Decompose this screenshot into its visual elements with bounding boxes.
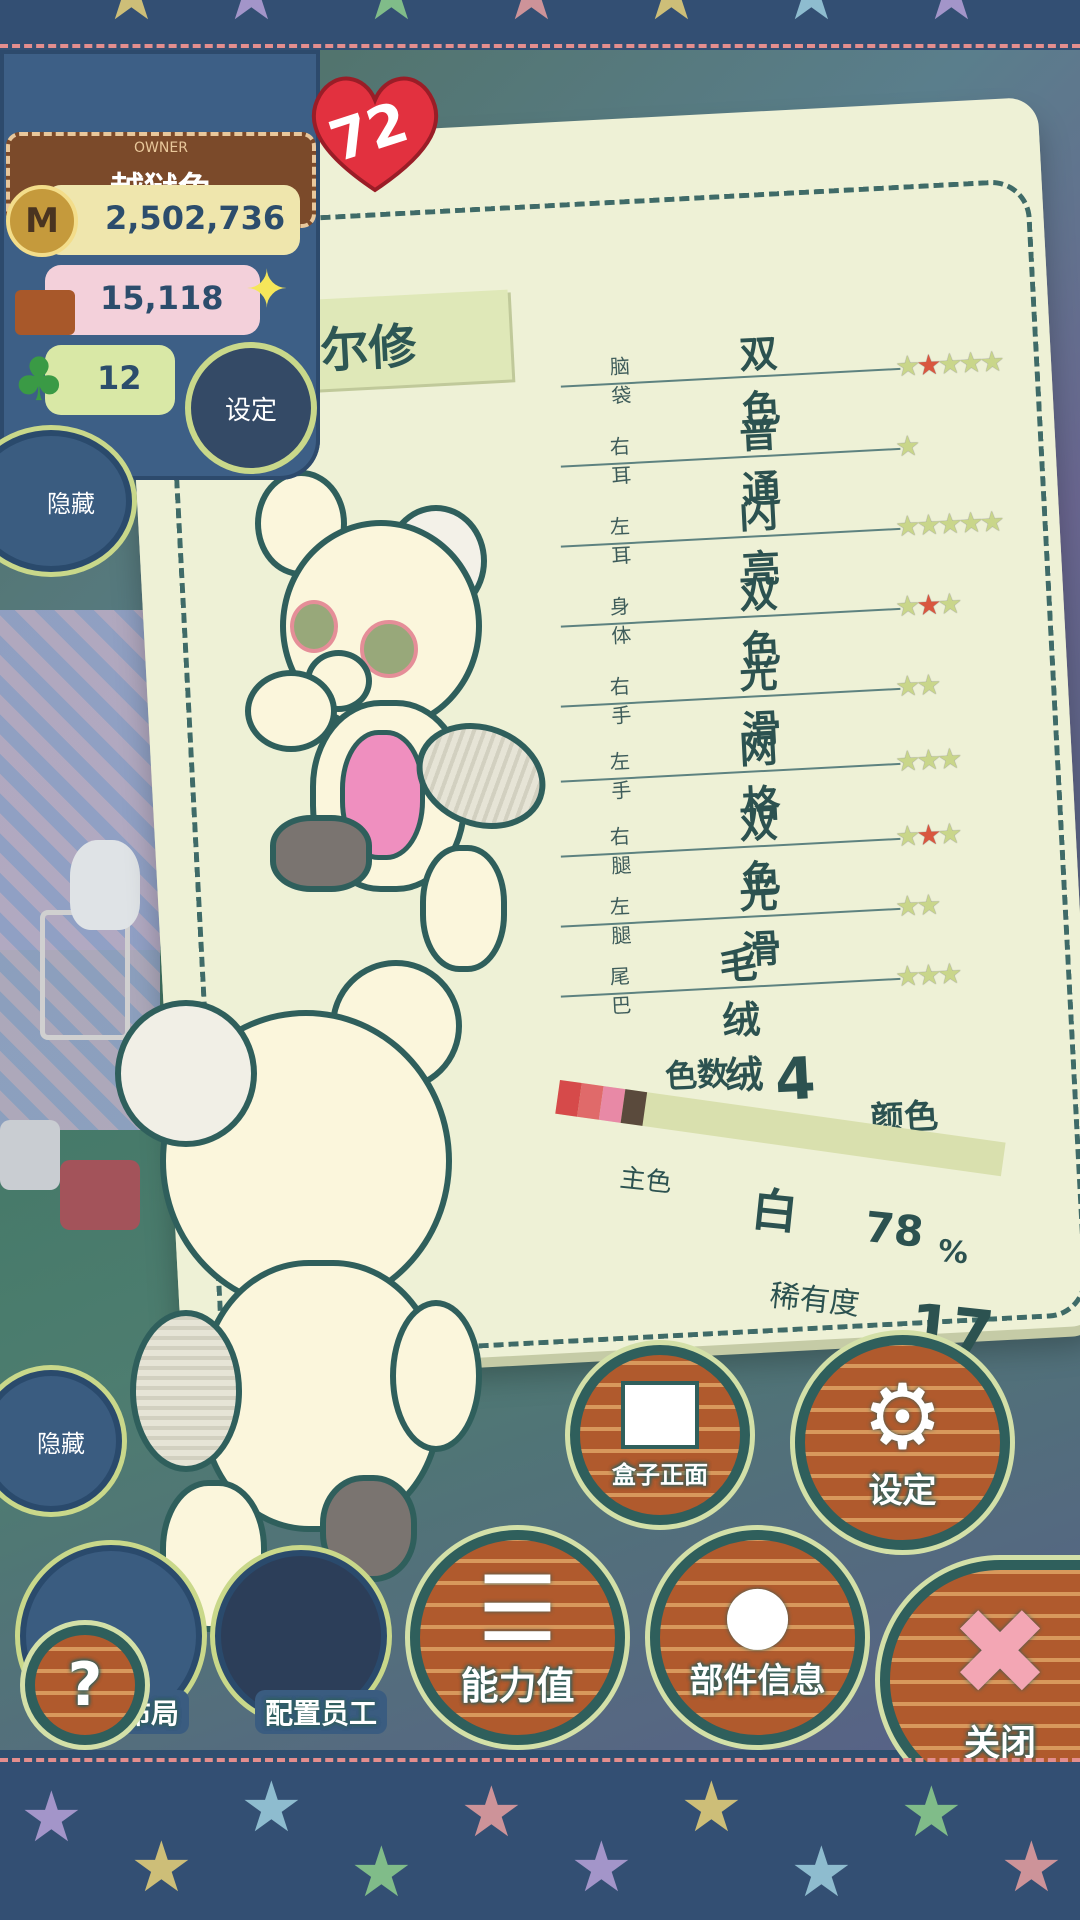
bottom-star-border: ★ ★ ★ ★ ★ ★ ★ ★ ★ ★ xyxy=(0,1762,1080,1920)
part-label: 身体 xyxy=(609,594,633,648)
rarity-stars: ★★★ xyxy=(894,957,959,993)
star-icon: ★ xyxy=(894,429,918,464)
main-color-percent: 78 xyxy=(862,1202,926,1257)
star-icon: ★ xyxy=(957,505,981,540)
rarity-stars: ★★★ xyxy=(894,587,959,623)
star-icon: ★ xyxy=(936,506,960,541)
stats-button[interactable]: ☰ 能力值 xyxy=(410,1530,625,1745)
rarity-stars: ★★★★★ xyxy=(894,505,1001,543)
owner-settings-button[interactable]: 设定 xyxy=(185,342,317,474)
parts-info-label: 部件信息 xyxy=(689,1661,826,1701)
help-button[interactable]: ? xyxy=(25,1625,145,1745)
rarity-stars: ★★★ xyxy=(894,742,959,778)
cooking-pot-icon xyxy=(0,1120,60,1190)
star-icon: ★ xyxy=(936,741,960,776)
star-icon: ★ xyxy=(936,586,960,621)
owner-settings-label: 设定 xyxy=(224,395,277,426)
bear-small-leg-left xyxy=(420,845,507,972)
part-label: 左耳 xyxy=(609,514,633,568)
star-icon: ★ xyxy=(978,504,1002,539)
items-display: 15,118 xyxy=(45,265,260,335)
bear-small-eye-left xyxy=(290,600,338,653)
star-icon: ★ xyxy=(936,956,960,991)
main-color-value: 白 xyxy=(748,1181,801,1241)
money-value: 2,502,736 xyxy=(105,199,286,237)
bear-large-arm-right xyxy=(390,1300,482,1452)
gear-icon: ⚙ xyxy=(862,1365,943,1470)
star-icon: ★ xyxy=(936,816,960,851)
items-value: 15,118 xyxy=(100,279,224,317)
stats-label: 能力值 xyxy=(460,1664,575,1708)
settings-button[interactable]: ⚙ 设定 xyxy=(795,1335,1010,1550)
star-icon: ★ xyxy=(915,957,939,992)
main-color-percent-unit: % xyxy=(936,1233,970,1272)
star-icon: ★ xyxy=(978,344,1002,379)
star-icon: ★ xyxy=(894,744,918,779)
star-icon: ★ xyxy=(915,587,939,622)
part-label: 尾巴 xyxy=(609,964,633,1018)
star-icon: ★ xyxy=(915,817,939,852)
rarity-stars: ★★ xyxy=(894,888,938,923)
part-label: 左腿 xyxy=(609,894,633,948)
money-coin-icon: M xyxy=(6,185,78,257)
part-label: 脑袋 xyxy=(609,354,633,408)
bear-parts-icon: ● xyxy=(722,1566,793,1659)
color-swatch xyxy=(620,1089,648,1126)
heart-level-badge: 72 xyxy=(305,70,445,200)
star-icon: ★ xyxy=(936,346,960,381)
top-stitch xyxy=(0,44,1080,48)
part-label: 右耳 xyxy=(609,434,633,488)
main-color-label: 主色 xyxy=(618,1163,674,1199)
bear-small-leg-right xyxy=(270,815,372,892)
money-display: 2,502,736 xyxy=(45,185,300,255)
part-label: 右手 xyxy=(609,674,633,728)
oven-icon xyxy=(60,1160,140,1230)
help-label: ? xyxy=(67,1650,103,1720)
star-icon: ★ xyxy=(894,669,918,704)
part-label: 左手 xyxy=(609,749,633,803)
box-front-label: 盒子正面 xyxy=(612,1460,708,1489)
star-icon: ★ xyxy=(894,509,918,544)
star-icon: ★ xyxy=(915,507,939,542)
hide-left-label: 隐藏 xyxy=(47,489,95,518)
rarity-stars: ★★ xyxy=(894,668,938,703)
rarity-stars: ★★★★★ xyxy=(894,345,1001,383)
owner-caption: OWNER xyxy=(134,140,188,156)
star-icon: ★ xyxy=(894,819,918,854)
color-count-value: 4 xyxy=(773,1043,818,1115)
star-icon: ★ xyxy=(894,889,918,924)
star-icon: ★ xyxy=(894,349,918,384)
sparkle-icon: ✦ xyxy=(245,260,289,320)
part-label: 右腿 xyxy=(609,824,633,878)
bear-name: 尔修 xyxy=(319,318,418,380)
star-icon: ★ xyxy=(915,667,939,702)
cat-figure-icon xyxy=(70,840,140,930)
settings-label: 设定 xyxy=(868,1471,937,1511)
list-icon: ☰ xyxy=(477,1557,558,1662)
hide-down-label: 隐藏 xyxy=(37,1429,85,1458)
assign-staff-label: 配置员工 xyxy=(255,1690,388,1734)
star-icon: ★ xyxy=(915,347,939,382)
clover-value: 12 xyxy=(97,359,142,397)
bear-name-tag: 尔修 xyxy=(297,289,513,391)
box-front-button[interactable]: 盒子正面 xyxy=(570,1345,750,1525)
bear-large-ear-left xyxy=(115,1000,257,1147)
star-icon: ★ xyxy=(894,959,918,994)
box-icon xyxy=(621,1380,699,1449)
color-count-label: 色数 xyxy=(664,1054,731,1096)
rarity-stars: ★★★ xyxy=(894,817,959,853)
rarity-label: 稀有度 xyxy=(768,1278,862,1323)
star-icon: ★ xyxy=(894,589,918,624)
bear-large-arm-left xyxy=(130,1310,242,1472)
star-icon: ★ xyxy=(915,742,939,777)
owner-panel: OWNER 越狱兔 2,502,736 M 15,118 ✦ 12 ♣ 设定 xyxy=(0,50,320,480)
rarity-stars: ★ xyxy=(894,429,917,463)
star-icon: ★ xyxy=(957,345,981,380)
vegetable-basket-icon xyxy=(15,290,75,335)
close-icon: ✖ xyxy=(949,1584,1051,1723)
parts-info-button[interactable]: ● 部件信息 xyxy=(650,1530,865,1745)
clover-icon: ♣ xyxy=(12,345,66,415)
star-icon: ★ xyxy=(915,887,939,922)
